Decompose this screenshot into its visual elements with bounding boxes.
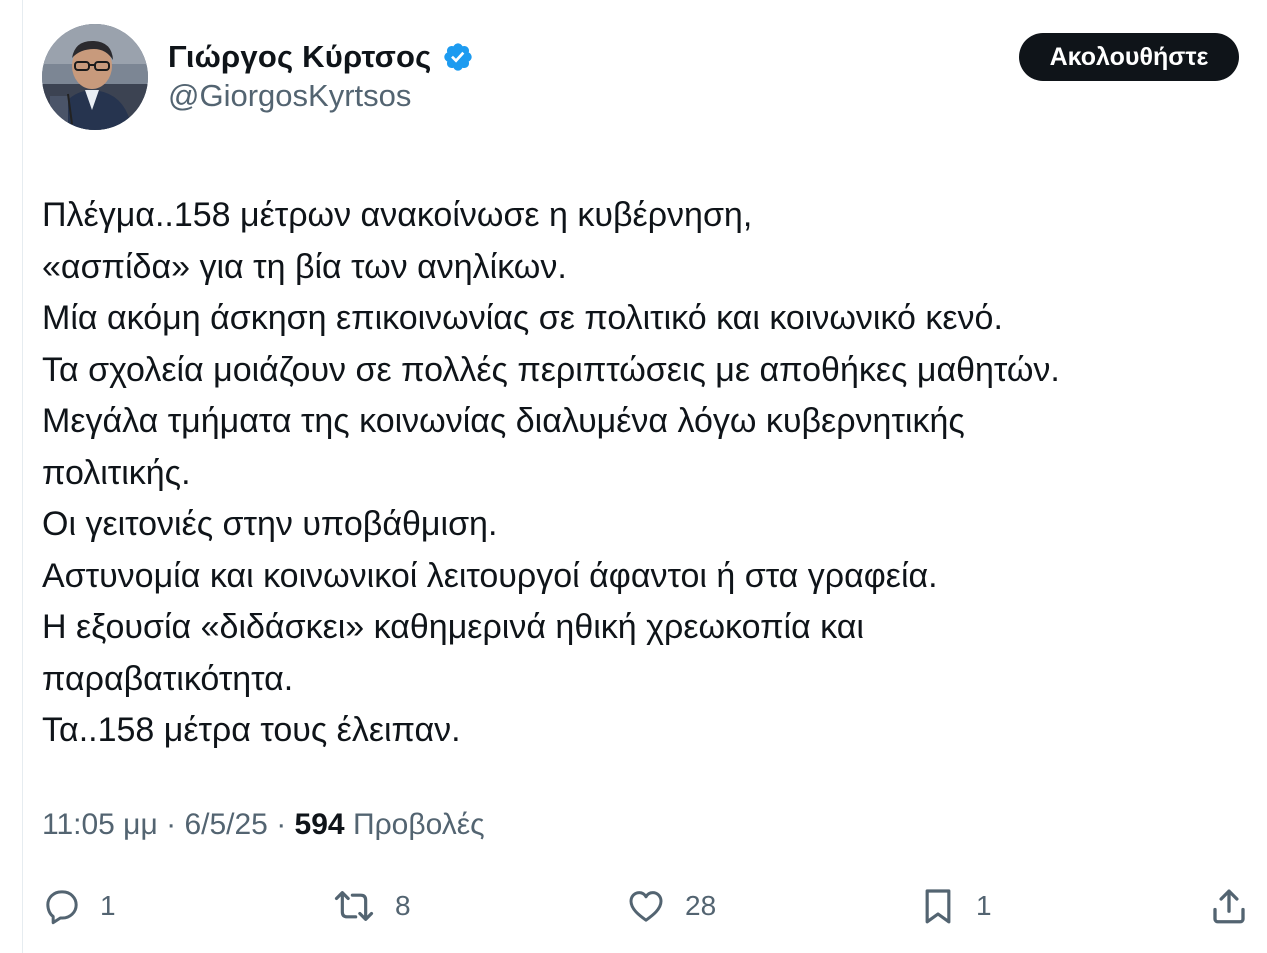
meta-separator: · bbox=[267, 808, 295, 841]
divider bbox=[22, 0, 23, 953]
bookmark-button[interactable]: 1 bbox=[918, 878, 992, 934]
heart-icon bbox=[625, 886, 667, 926]
views-label: Προβολές bbox=[352, 808, 485, 841]
like-button[interactable]: 28 bbox=[625, 878, 716, 934]
tweet-actions: 1 8 28 1 bbox=[0, 878, 1267, 934]
retweet-count: 8 bbox=[395, 890, 411, 921]
tweet-line: πολιτικής. bbox=[42, 453, 191, 492]
views-count: 594 bbox=[294, 808, 345, 841]
tweet-line: Τα..158 μέτρα τους έλειπαν. bbox=[42, 711, 461, 749]
retweet-button[interactable]: 8 bbox=[331, 878, 411, 934]
author-name-row[interactable]: Γιώργος Κύρτσος bbox=[168, 36, 474, 78]
meta-separator: · bbox=[157, 808, 185, 841]
tweet-time[interactable]: 11:05 μμ bbox=[42, 808, 158, 841]
verified-badge-icon bbox=[442, 41, 474, 73]
share-icon bbox=[1208, 885, 1250, 927]
reply-icon bbox=[42, 886, 82, 926]
tweet-line: Τα σχολεία μοιάζουν σε πολλές περιπτώσει… bbox=[42, 350, 1060, 389]
author-display-name[interactable]: Γιώργος Κύρτσος bbox=[168, 39, 432, 75]
avatar[interactable] bbox=[42, 24, 148, 130]
follow-button[interactable]: Ακολουθήστε bbox=[1019, 33, 1239, 81]
tweet-line: Αστυνομία και κοινωνικοί λειτουργοί άφαν… bbox=[42, 556, 938, 595]
tweet-date[interactable]: 6/5/25 bbox=[184, 808, 267, 841]
tweet-meta: 11:05 μμ · 6/5/25 · 594 Προβολές bbox=[42, 808, 485, 842]
tweet-line: Μία ακόμη άσκηση επικοινωνίας σε πολιτικ… bbox=[42, 299, 1003, 337]
tweet-line: «ασπίδα» για τη βία των ανηλίκων. bbox=[42, 247, 567, 286]
bookmark-count: 1 bbox=[976, 890, 992, 921]
bookmark-icon bbox=[918, 885, 958, 927]
tweet-line: Η εξουσία «διδάσκει» καθημερινά ηθική χρ… bbox=[42, 608, 864, 646]
tweet-line: Μεγάλα τμήματα της κοινωνίας διαλυμένα λ… bbox=[42, 402, 965, 440]
share-button[interactable] bbox=[1208, 878, 1250, 934]
retweet-icon bbox=[331, 886, 377, 926]
tweet-line: παραβατικότητα. bbox=[42, 659, 294, 698]
like-count: 28 bbox=[685, 890, 717, 921]
avatar-photo bbox=[42, 24, 148, 130]
tweet-line: Οι γειτονιές στην υποβάθμιση. bbox=[42, 505, 498, 543]
reply-count: 1 bbox=[100, 890, 116, 921]
tweet-text: Πλέγμα..158 μέτρων ανακοίνωσε η κυβέρνησ… bbox=[42, 190, 1232, 757]
author-handle[interactable]: @GiorgosKyrtsos bbox=[168, 78, 411, 114]
tweet-line: Πλέγμα..158 μέτρων ανακοίνωσε η κυβέρνησ… bbox=[42, 196, 753, 234]
reply-button[interactable]: 1 bbox=[42, 878, 116, 934]
